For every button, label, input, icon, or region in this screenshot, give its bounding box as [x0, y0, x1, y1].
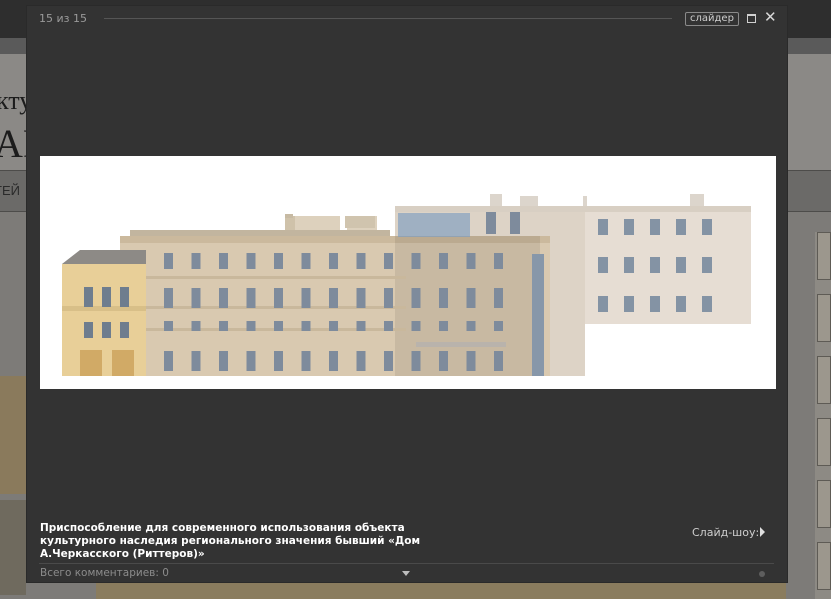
slideshow-label: Слайд-шоу: [692, 526, 760, 539]
header-divider [104, 18, 672, 19]
image-counter: 15 из 15 [39, 12, 87, 25]
image-caption: Приспособление для современного использо… [40, 522, 421, 560]
background-thumbnail [817, 356, 831, 404]
background-thumbnail [0, 376, 26, 494]
background-nav-item: ТЕЙ [0, 183, 20, 198]
background-thumbnail [817, 480, 831, 528]
background-thumbnail [817, 232, 831, 280]
background-thumbnail-column [815, 232, 831, 599]
close-icon[interactable]: ✕ [764, 9, 777, 25]
building-facade-image [40, 156, 776, 389]
footer-divider [39, 563, 774, 564]
status-dot-icon [759, 571, 765, 577]
background-thumbnail-strip [96, 582, 786, 599]
background-thumbnail [817, 294, 831, 342]
slideshow-button[interactable]: Слайд-шоу: [692, 526, 766, 539]
comments-count: Всего комментариев: 0 [40, 567, 169, 579]
slider-button[interactable]: слайдер [685, 12, 739, 26]
chevron-down-icon[interactable] [402, 571, 410, 576]
background-thumbnail [0, 500, 26, 595]
background-thumbnail [817, 418, 831, 466]
maximize-icon[interactable] [747, 14, 756, 23]
play-icon [760, 527, 766, 537]
lightbox-dialog: 15 из 15 слайдер ✕ Приспособление для со… [26, 5, 788, 583]
background-thumbnail [817, 542, 831, 590]
